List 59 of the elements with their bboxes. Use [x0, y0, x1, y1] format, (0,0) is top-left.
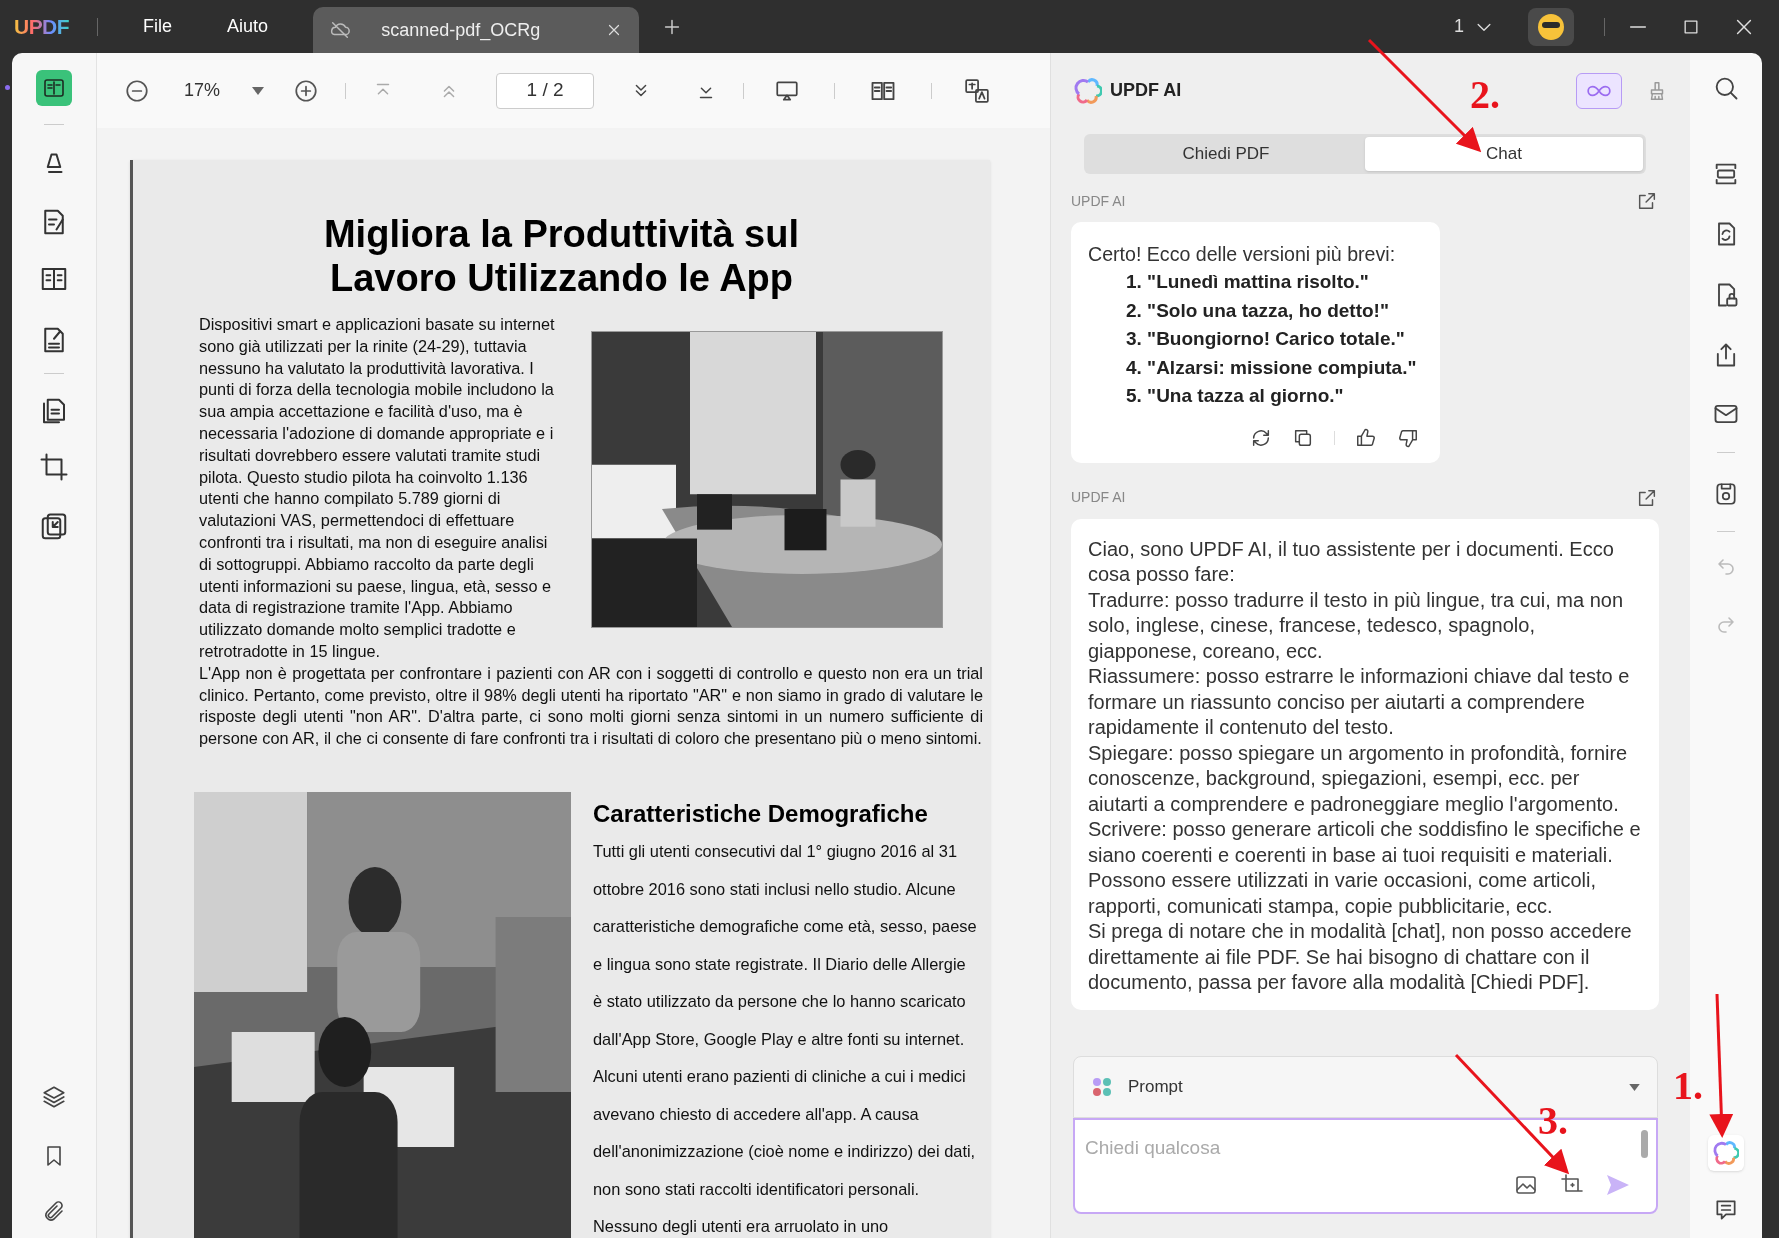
message-text: Riassumere: posso estrarre le informazioni chiave dal testo e formare un riassunto conciso per aiutarti a comprendere rapidamente il contenuto del testo. [1088, 664, 1631, 740]
message-text: Certo! Ecco delle versioni più brevi: [1088, 242, 1397, 267]
menu-item[interactable]: File [143, 13, 173, 40]
panel-title: UPDF AI [1110, 79, 1182, 102]
zoom-in-icon[interactable] [293, 77, 320, 104]
mode-tab[interactable]: Chat [1365, 137, 1643, 171]
message-text: Si prega di notare che in modalità [chat], non posso accedere direttamente ai file PDF. Se hai bisogno di chattare con il documento, passa per favore alla modalità [Chiedi PDF]. [1088, 919, 1633, 995]
unlimited-button[interactable] [1576, 72, 1622, 109]
paragraph: Tutti gli utenti consecutivi dal 1° giugno 2016 al 31 ottobre 2016 sono stati inclusi nello studio. Alcune caratteristiche demografiche come età, sesso, paese e lingua sono state registrate. Il Diario delle Allergie è stato utilizzato da persone che lo hanno scaricato dall'App Store, Google Play e altre fonti su internet. Alcuni utenti erano pazienti di cliniche a cui i medici avevano chiesto di accedere all'app. A causa dell'anonimizzazione (cioè nome e indirizzo) dei dati, non sono stati raccolti identificatori personali. Nessuno degli utenti era arruolato in uno [593, 841, 978, 1237]
list-item: 5. "Una tazza al giorno." [1126, 384, 1345, 408]
message-text: Scrivere: posso generare articoli che soddisfino le specifiche e siano coerenti e coerenti in base ai tuoi requisiti e materiali. [1088, 817, 1642, 868]
message-text: Possono essere utilizzati in varie occasioni, come articoli, rapporti, comunicati stampa, copie pubblicitarie, ecc. [1088, 868, 1597, 919]
comment-icon[interactable] [1713, 1197, 1739, 1223]
reader-icon [42, 76, 66, 100]
zoom-out-icon[interactable] [124, 77, 150, 104]
scrollbar[interactable] [1641, 1130, 1648, 1158]
layers-icon[interactable] [41, 1084, 67, 1110]
annotation-label: 2. [1470, 72, 1500, 117]
list-item: 3. "Buongiorno! Carico totale." [1126, 327, 1406, 351]
paperclip-icon[interactable] [42, 1200, 66, 1224]
dropdown-icon[interactable] [252, 86, 265, 95]
dropdown-icon[interactable] [1629, 1083, 1640, 1091]
export-icon[interactable] [1636, 190, 1658, 212]
menu-item[interactable]: Aiuto [227, 13, 269, 40]
message-text: Spiegare: posso spiegare un argomento in profondità, fornire conoscenze, background, spiegazioni, esempi, ecc. per aiutarti a comprendere e padroneggiare meglio l'argomento. [1088, 740, 1629, 817]
document-tab[interactable]: scanned-pdf_OCRg [313, 7, 640, 53]
zoom-level[interactable]: 17% [184, 77, 221, 104]
page-number-field[interactable]: 1 / 2 [496, 72, 595, 109]
crop-icon[interactable] [39, 452, 69, 482]
ai-logo-icon [1713, 1140, 1739, 1166]
sender-label: UPDF AI [1071, 191, 1126, 211]
message-text: Ciao, sono UPDF AI, il tuo assistente per i documenti. Ecco cosa posso fare: [1088, 536, 1615, 587]
tab-title: scanned-pdf_OCRg [381, 18, 541, 43]
translate-icon[interactable] [964, 77, 991, 104]
reader-button[interactable] [36, 70, 72, 106]
list-item: 4. "Alzarsi: missione compiuta." [1126, 355, 1418, 380]
paragraph: Dispositivi smart e applicazioni basate su internet sono già utilizzati per la rinite (24-29), tuttavia nessuno ha valutato la produttività lavorativa. I punti di forza della tecnologia mobile includono la sua ampia accettazione e facilità d'uso, ma è necessaria l'adozione di domande appropriate e i risultati dovrebbero essere valutati tramite studi pilota. Questo studio pilota ha coinvolto 1.136 utenti che hanno compilato 5.789 giorni di valutazioni VAS, permettendoci di effettuare confronti tra i risultati, ma non di eseguire analisi di sottogruppi. Abbiamo raccolto da parte degli utenti informazioni su paese, lingua, età, sesso e data di registrazione tramite l'App. Abbiamo utilizzato domande molto semplici tradotte e retrotradotte in 15 lingue. [199, 314, 556, 662]
prompt-label: Prompt [1128, 1076, 1183, 1099]
avatar[interactable] [1528, 7, 1574, 46]
paragraph: L'App non è progettata per confrontare i pazienti con AR con i soggetti di controllo e questo non era un trial clinico. Pertanto, come previsto, oltre il 98% degli utenti ha riportato "AR" e non siamo in grado di valutare le risposte degli utenti "non AR". D'altra parte, ci sono molti giorni senza sintomi in un numero sufficiente di persone con AR, il che ci consente di fare confronti tra i risultati di coloro che presentano più o meno sintomi. [199, 662, 983, 750]
section-heading: Caratteristiche Demografiche [593, 799, 928, 829]
sender-label: UPDF AI [1071, 488, 1126, 507]
list-item: 2. "Solo una tazza, ho detto!" [1126, 298, 1390, 323]
image-icon[interactable] [1514, 1173, 1538, 1197]
prompt-icon [1091, 1076, 1113, 1098]
save-icon[interactable] [1713, 481, 1739, 507]
thumbs-up-icon[interactable] [1355, 426, 1377, 449]
avatar-icon [1537, 12, 1565, 41]
page-indicator[interactable]: 1 [1454, 13, 1464, 40]
ai-assistant-button[interactable] [1708, 1135, 1744, 1171]
list-item: 1. "Lunedì mattina risolto." [1126, 270, 1370, 294]
ai-logo-icon [1074, 76, 1102, 105]
cloud-off-icon [329, 19, 352, 41]
annotation-label: 1. [1673, 1063, 1703, 1108]
mode-tab[interactable]: Chiedi PDF [1087, 137, 1365, 171]
message-text: Tradurre: posso tradurre il testo in più lingue, tra cui, ma non solo, inglese, cinese, francese, tedesco, spagnolo, giapponese, coreano, ecc. [1088, 587, 1625, 664]
document-title: Lavoro Utilizzando le App [329, 256, 794, 300]
document-title: Migliora la Produttività sul [323, 212, 800, 256]
compress-icon[interactable] [39, 512, 69, 542]
